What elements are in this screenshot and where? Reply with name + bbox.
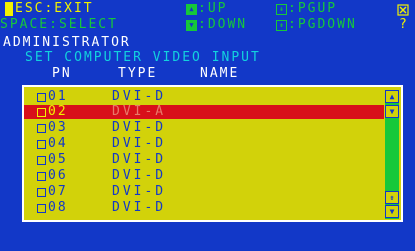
port-number: 08 bbox=[48, 200, 68, 215]
port-icon bbox=[37, 172, 46, 181]
space-select-hint: SPACE:SELECT bbox=[0, 17, 118, 32]
scrollbar[interactable]: ▲ ▼ ⇟ ▼ bbox=[385, 90, 399, 219]
video-input-type[interactable]: DVI-D bbox=[112, 169, 166, 183]
pgdown-hint: :PGDOWN bbox=[288, 17, 357, 32]
pointer-glyph: ? bbox=[399, 17, 409, 32]
table-row[interactable]: 06 DVI-D bbox=[24, 169, 384, 183]
down-hint: :DOWN bbox=[198, 17, 248, 32]
table-row[interactable]: 08 DVI-D bbox=[24, 201, 384, 215]
video-input-type[interactable]: DVI-D bbox=[112, 121, 166, 135]
table-row[interactable]: 07 DVI-D bbox=[24, 185, 384, 199]
port-list-panel: 01 DVI-D 02 DVI-A 03 DVI-D 04 DVI-D 05 D… bbox=[22, 85, 403, 222]
table-row[interactable]: 01 DVI-D bbox=[24, 90, 384, 104]
port-icon bbox=[37, 124, 46, 133]
page-down-key-icon: ⇟ bbox=[276, 20, 287, 31]
scroll-up-icon[interactable]: ▲ bbox=[385, 90, 399, 103]
table-row[interactable]: 04 DVI-D bbox=[24, 137, 384, 151]
port-icon bbox=[37, 188, 46, 197]
video-input-type[interactable]: DVI-D bbox=[112, 185, 166, 199]
video-input-type[interactable]: DVI-A bbox=[112, 105, 166, 119]
port-icon bbox=[37, 108, 46, 117]
exit-icon[interactable] bbox=[397, 4, 409, 16]
port-number: 03 bbox=[48, 120, 68, 135]
pgup-hint: :PGUP bbox=[288, 1, 338, 16]
video-input-type[interactable]: DVI-D bbox=[112, 90, 166, 104]
port-number: 07 bbox=[48, 184, 68, 199]
osd-screen: ESC:EXIT ▲ :UP ⇞ :PGUP SPACE:SELECT ▼ :D… bbox=[0, 0, 415, 251]
video-input-type[interactable]: DVI-D bbox=[112, 153, 166, 167]
table-row[interactable]: 03 DVI-D bbox=[24, 121, 384, 135]
scroll-page-down-icon[interactable]: ⇟ bbox=[385, 191, 399, 204]
port-number: 06 bbox=[48, 168, 68, 183]
user-role: ADMINISTRATOR bbox=[3, 35, 131, 50]
port-icon bbox=[37, 93, 46, 102]
table-row[interactable]: 05 DVI-D bbox=[24, 153, 384, 167]
up-arrow-key-icon: ▲ bbox=[186, 4, 197, 15]
column-header-pn: PN bbox=[52, 66, 72, 81]
column-header-name: NAME bbox=[200, 66, 240, 81]
port-icon bbox=[37, 156, 46, 165]
up-hint: :UP bbox=[198, 1, 228, 16]
port-icon bbox=[37, 140, 46, 149]
port-number: 05 bbox=[48, 152, 68, 167]
page-title: SET COMPUTER VIDEO INPUT bbox=[25, 50, 261, 65]
port-number: 02 bbox=[48, 104, 68, 119]
column-header-type: TYPE bbox=[118, 66, 158, 81]
down-arrow-key-icon: ▼ bbox=[186, 20, 197, 31]
cursor-block bbox=[5, 2, 13, 16]
table-row-selected[interactable]: 02 DVI-A bbox=[24, 105, 384, 119]
scroll-thumb[interactable]: ▼ bbox=[385, 105, 399, 118]
port-icon bbox=[37, 204, 46, 213]
scroll-down-icon[interactable]: ▼ bbox=[385, 205, 399, 218]
video-input-type[interactable]: DVI-D bbox=[112, 201, 166, 215]
port-number: 04 bbox=[48, 136, 68, 151]
page-up-key-icon: ⇞ bbox=[276, 4, 287, 15]
video-input-type[interactable]: DVI-D bbox=[112, 137, 166, 151]
port-number: 01 bbox=[48, 89, 68, 104]
esc-exit-hint: ESC:EXIT bbox=[15, 1, 94, 16]
